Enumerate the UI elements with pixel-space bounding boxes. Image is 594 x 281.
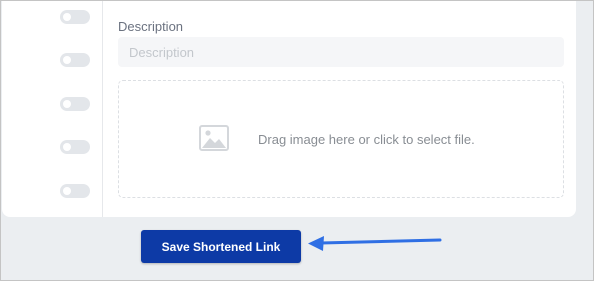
toggle-switch[interactable] (60, 10, 90, 24)
image-dropzone[interactable]: Drag image here or click to select file. (118, 80, 564, 198)
toggle-switch[interactable] (60, 184, 90, 198)
description-input[interactable] (118, 37, 564, 67)
arrow-left-icon (308, 236, 442, 251)
dropzone-text: Drag image here or click to select file. (258, 132, 475, 147)
image-icon (199, 125, 229, 151)
toggle-switch[interactable] (60, 97, 90, 111)
toggle-column (2, 1, 103, 217)
toggle-switch[interactable] (60, 140, 90, 154)
save-shortened-link-button[interactable]: Save Shortened Link (141, 230, 301, 263)
description-label: Description (118, 19, 184, 34)
form-panel: Description Drag image here or click to … (2, 1, 576, 217)
screenshot-frame: Description Drag image here or click to … (0, 0, 594, 281)
toggle-switch[interactable] (60, 53, 90, 67)
